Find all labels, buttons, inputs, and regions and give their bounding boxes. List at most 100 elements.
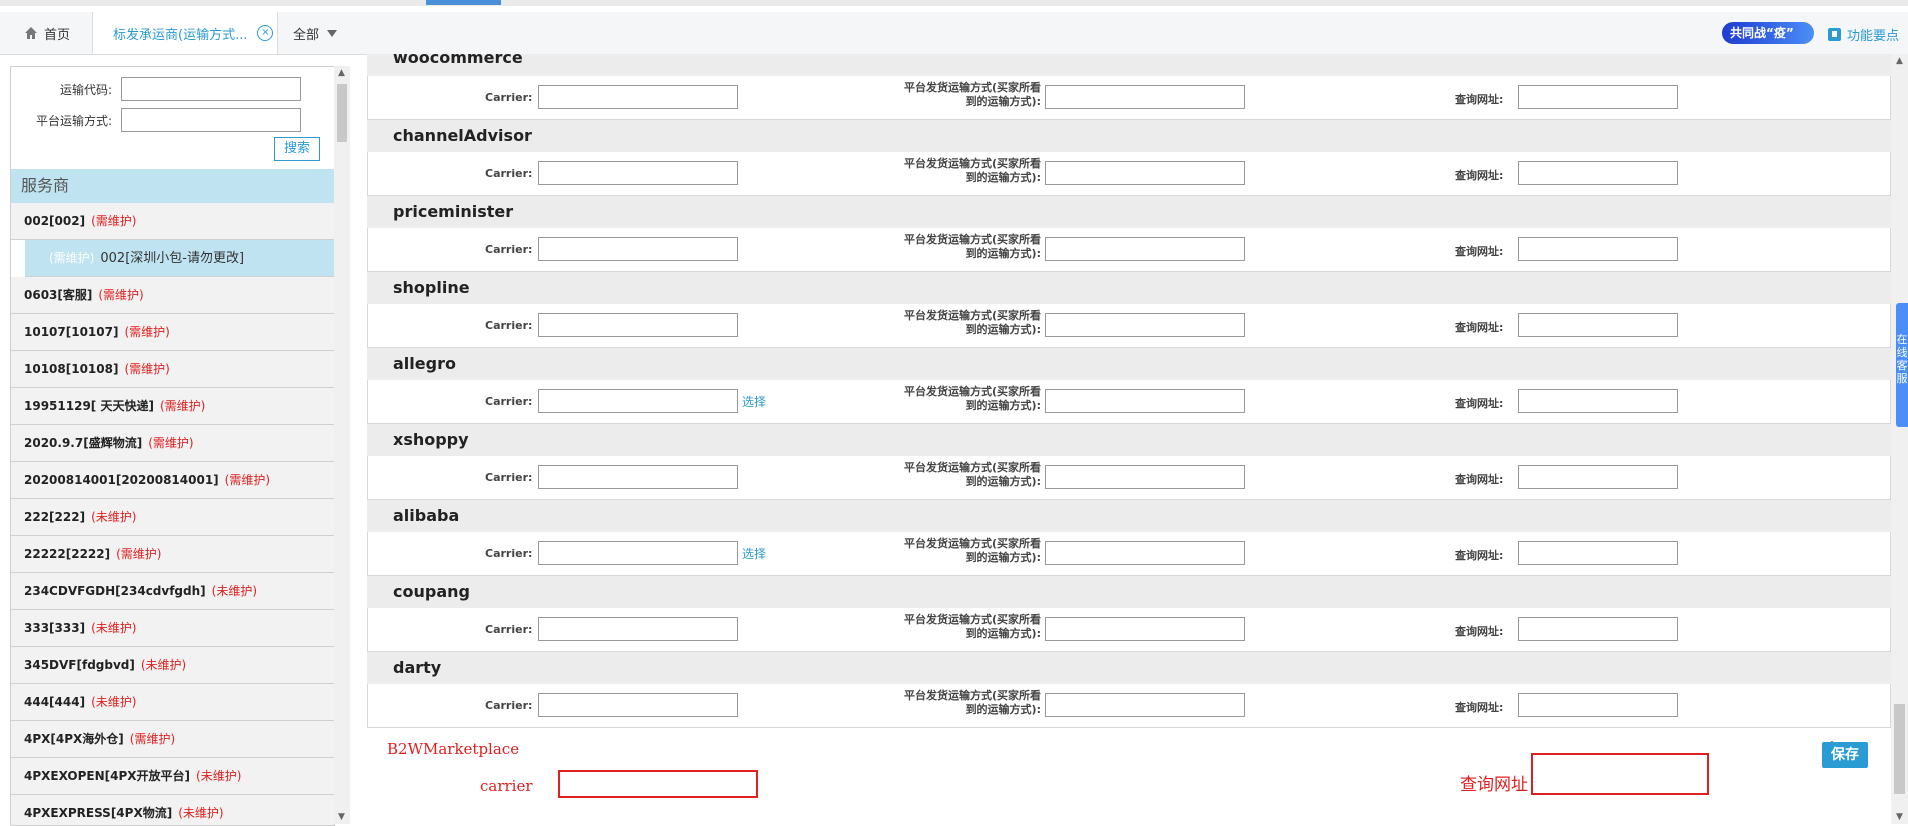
carrier-input[interactable] <box>538 237 738 261</box>
platform-input[interactable] <box>121 108 301 132</box>
main-scroll-thumb[interactable] <box>1894 704 1905 794</box>
query-url-input[interactable] <box>1518 693 1678 717</box>
feature-tips-link[interactable]: 功能要点 <box>1828 25 1899 44</box>
provider-name: 002[002] <box>24 214 86 228</box>
provider-item[interactable]: 4PXEXOPEN[4PX开放平台] (未维护) <box>11 758 334 795</box>
query-url-input[interactable] <box>1518 313 1678 337</box>
platform-method-input[interactable] <box>1045 237 1245 261</box>
platform-method-input[interactable] <box>1045 161 1245 185</box>
query-url-input[interactable] <box>1518 237 1678 261</box>
carrier-label: Carrier: <box>485 243 533 256</box>
scroll-up-icon[interactable]: ▲ <box>338 68 345 78</box>
platform-method-input[interactable] <box>1045 693 1245 717</box>
provider-status: (未维护) <box>91 621 137 635</box>
section-title: coupang <box>367 575 1891 608</box>
scroll-down-icon[interactable]: ▼ <box>1896 812 1903 822</box>
platform-method-input[interactable] <box>1045 617 1245 641</box>
tab-all-label: 全部 <box>293 27 320 43</box>
query-url-label: 查询网址: <box>1455 625 1504 638</box>
code-label: 运输代码: <box>59 83 112 97</box>
close-icon[interactable]: × <box>257 25 274 41</box>
provider-status: (需维护) <box>98 288 144 302</box>
provider-item[interactable]: 0603[客服] (需维护) <box>11 277 334 314</box>
provider-item[interactable]: 4PXEXPRESS[4PX物流] (未维护) <box>11 795 334 825</box>
provider-name: 4PXEXPRESS[4PX物流] <box>24 806 173 820</box>
pick-link[interactable]: 选择 <box>742 393 766 410</box>
query-url-input[interactable] <box>1518 161 1678 185</box>
provider-item[interactable]: 234CDVFGDH[234cdvfgdh] (未维护) <box>11 573 334 610</box>
query-url-input[interactable] <box>1518 389 1678 413</box>
provider-name: 4PX[4PX海外仓] <box>24 732 124 746</box>
section-row: Carrier: 平台发货运输方式(买家所看 到的运输方式): 查询网址: <box>367 304 1891 347</box>
provider-name: 444[444] <box>24 695 86 709</box>
carrier-input[interactable] <box>538 389 738 413</box>
sidebar-scroll-thumb[interactable] <box>337 84 347 142</box>
campaign-badge[interactable]: 共同战“疫” <box>1722 22 1814 44</box>
top-strip <box>0 0 1908 6</box>
sidebar-scrollbar[interactable]: ▲ ▼ <box>334 66 350 824</box>
platform-method-label: 平台发货运输方式(买家所看 到的运输方式): <box>903 309 1041 336</box>
query-url-input[interactable] <box>1518 541 1678 565</box>
pick-link[interactable]: 选择 <box>742 545 766 562</box>
carrier-label: Carrier: <box>485 167 533 180</box>
query-url-input[interactable] <box>1518 617 1678 641</box>
query-url-input[interactable] <box>1518 85 1678 109</box>
provider-subitem[interactable]: (需维护) 002[深圳小包-请勿更改] <box>25 240 334 277</box>
provider-name: 234CDVFGDH[234cdvfgdh] <box>24 584 206 598</box>
provider-item[interactable]: 4PX[4PX海外仓] (需维护) <box>11 721 334 758</box>
carrier-label: Carrier: <box>485 699 533 712</box>
section-title: woocommerce <box>367 54 1891 76</box>
carrier-input[interactable] <box>538 313 738 337</box>
search-button[interactable]: 搜索 <box>274 137 320 161</box>
provider-status: (未维护) <box>211 584 258 598</box>
save-button[interactable]: 保存 <box>1822 742 1868 768</box>
platform-method-input[interactable] <box>1045 313 1245 337</box>
provider-item[interactable]: 345DVF[fdgbvd] (未维护) <box>11 647 334 684</box>
platform-method-input[interactable] <box>1045 541 1245 565</box>
online-service-tab[interactable]: 在线客服 <box>1896 303 1908 427</box>
provider-name: 10108[10108] <box>24 362 119 376</box>
provider-item[interactable]: 19951129[ 天天快递] (需维护) <box>11 388 334 425</box>
platform-method-input[interactable] <box>1045 465 1245 489</box>
provider-item[interactable]: 222[222] (未维护) <box>11 499 334 536</box>
tab-carrier-mapping-label: 标发承运商(运输方式... <box>113 27 248 43</box>
provider-item[interactable]: 2020.9.7[盛辉物流] (需维护) <box>11 425 334 462</box>
tab-carrier-mapping[interactable]: 标发承运商(运输方式... × <box>93 12 278 54</box>
provider-item[interactable]: 10107[10107] (需维护) <box>11 314 334 351</box>
chevron-down-icon <box>327 29 338 37</box>
carrier-input[interactable] <box>538 617 738 641</box>
section-row: Carrier: 平台发货运输方式(买家所看 到的运输方式): 查询网址: <box>367 152 1891 195</box>
section-title: channelAdvisor <box>367 119 1891 152</box>
provider-item[interactable]: 002[002] (需维护) <box>11 203 334 240</box>
carrier-label: Carrier: <box>485 623 533 636</box>
main-scrollbar[interactable]: ▲ ▼ <box>1891 54 1908 824</box>
carrier-input[interactable] <box>538 161 738 185</box>
provider-item[interactable]: 444[444] (未维护) <box>11 684 334 721</box>
section-title: shopline <box>367 271 1891 304</box>
code-input[interactable] <box>121 77 301 101</box>
provider-item[interactable]: 10108[10108] (需维护) <box>11 351 334 388</box>
platform-label: 平台运输方式: <box>35 114 112 128</box>
section-title: allegro <box>367 347 1891 380</box>
provider-item[interactable]: 20200814001[20200814001] (需维护) <box>11 462 334 499</box>
provider-item[interactable]: 333[333] (未维护) <box>11 610 334 647</box>
provider-header: 服务商 <box>11 169 334 203</box>
platform-method-input[interactable] <box>1045 389 1245 413</box>
provider-item[interactable]: 22222[2222] (需维护) <box>11 536 334 573</box>
carrier-input[interactable] <box>538 541 738 565</box>
platform-method-input[interactable] <box>1045 85 1245 109</box>
tab-all-dropdown[interactable]: 全部 <box>278 12 358 54</box>
annotation-carrier-label: carrier <box>480 777 533 795</box>
carrier-input[interactable] <box>538 85 738 109</box>
carrier-label: Carrier: <box>485 471 533 484</box>
tab-home[interactable]: 首页 <box>0 12 93 54</box>
scroll-up-icon[interactable]: ▲ <box>1896 56 1903 66</box>
carrier-input[interactable] <box>538 465 738 489</box>
carrier-input[interactable] <box>538 693 738 717</box>
carrier-label: Carrier: <box>485 319 533 332</box>
scroll-down-icon[interactable]: ▼ <box>338 812 345 822</box>
provider-name: 10107[10107] <box>24 325 119 339</box>
platform-method-label: 平台发货运输方式(买家所看 到的运输方式): <box>903 157 1041 184</box>
query-url-input[interactable] <box>1518 465 1678 489</box>
section-row: Carrier: 平台发货运输方式(买家所看 到的运输方式): 查询网址: <box>367 456 1891 499</box>
